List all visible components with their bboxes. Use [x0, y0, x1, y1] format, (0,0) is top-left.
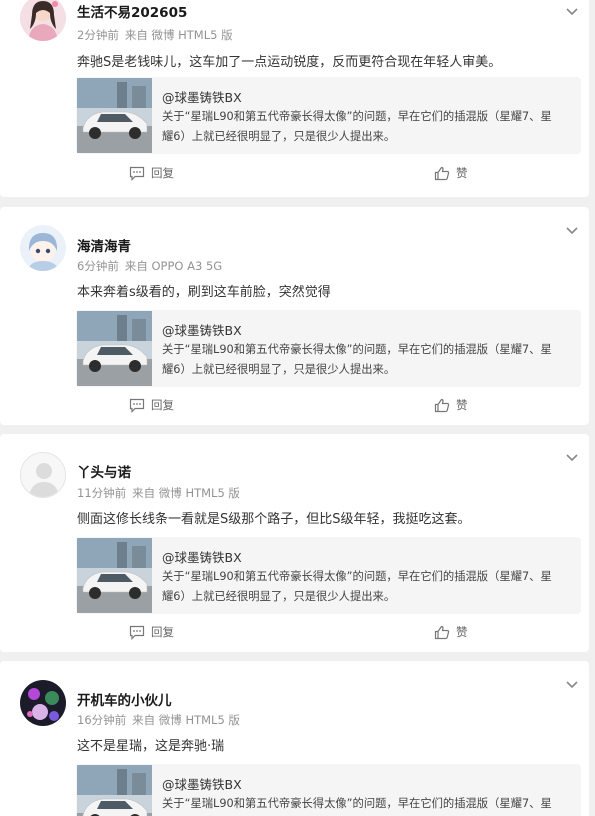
username[interactable]: 海清海青 [77, 235, 131, 255]
quoted-author[interactable]: @球墨铸铁BX [162, 320, 242, 339]
user-avatar[interactable] [20, 680, 66, 726]
timestamp: 16分钟前 [77, 713, 127, 727]
user-avatar[interactable] [20, 0, 66, 41]
car-thumbnail [77, 765, 152, 816]
reply-label: 回复 [151, 398, 174, 412]
quoted-post[interactable]: @球墨铸铁BX 关于“星瑞L90和第五代帝豪长得太像”的问题，早在它们的插混版（… [76, 77, 581, 154]
reply-label: 回复 [151, 625, 174, 639]
chevron-down-icon[interactable] [565, 6, 579, 16]
user-avatar[interactable] [20, 452, 66, 498]
like-label: 赞 [456, 166, 468, 180]
comment-card: 海清海青 6分钟前 来自 OPPO A3 5G 本来奔着s级看的，刷到这车前脸，突… [0, 207, 589, 425]
thumbs-up-icon [434, 625, 450, 639]
comment-text: 这不是星瑞，这是奔驰·瑞 [77, 739, 225, 754]
comment-meta: 16分钟前 来自 微博 HTML5 版 [77, 712, 240, 728]
quoted-post[interactable]: @球墨铸铁BX 关于“星瑞L90和第五代帝豪长得太像”的问题，早在它们的插混版（… [76, 764, 581, 816]
timestamp: 2分钟前 [77, 28, 119, 42]
reply-label: 回复 [151, 166, 174, 180]
comment-text: 本来奔着s级看的，刷到这车前脸，突然觉得 [77, 285, 331, 300]
username[interactable]: 开机车的小伙儿 [77, 689, 172, 709]
car-thumbnail [77, 311, 152, 386]
chevron-down-icon[interactable] [565, 225, 579, 235]
quoted-author[interactable]: @球墨铸铁BX [162, 547, 242, 566]
comment-meta: 2分钟前 来自 微博 HTML5 版 [77, 27, 233, 43]
thumbs-up-icon [434, 398, 450, 412]
reply-button[interactable]: 回复 [129, 165, 174, 181]
thumbs-up-icon [434, 166, 450, 180]
quoted-post[interactable]: @球墨铸铁BX 关于“星瑞L90和第五代帝豪长得太像”的问题，早在它们的插混版（… [76, 310, 581, 387]
username[interactable]: 生活不易202605 [77, 1, 187, 21]
chevron-down-icon[interactable] [565, 679, 579, 689]
comment-card: 开机车的小伙儿 16分钟前 来自 微博 HTML5 版 这不是星瑞，这是奔驰·瑞 … [0, 661, 589, 816]
quoted-text: 关于“星瑞L90和第五代帝豪长得太像”的问题，早在它们的插混版（星耀7、星耀6）… [162, 797, 552, 810]
quoted-text: 关于“星瑞L90和第五代帝豪长得太像”的问题，早在它们的插混版（星耀7、星耀6）… [162, 110, 552, 143]
username[interactable]: 丫头与诺 [77, 461, 131, 481]
comment-icon [129, 166, 145, 181]
car-thumbnail [77, 538, 152, 613]
quoted-author[interactable]: @球墨铸铁BX [162, 774, 242, 793]
chevron-down-icon[interactable] [565, 452, 579, 462]
quoted-text: 关于“星瑞L90和第五代帝豪长得太像”的问题，早在它们的插混版（星耀7、星耀6）… [162, 570, 552, 603]
comment-text: 侧面这修长线条一看就是S级那个路子，但比S级年轻，我挺吃这套。 [77, 512, 471, 527]
comment-card: 丫头与诺 11分钟前 来自 微博 HTML5 版 侧面这修长线条一看就是S级那个路… [0, 434, 589, 652]
timestamp: 11分钟前 [77, 486, 127, 500]
like-label: 赞 [456, 398, 468, 412]
comment-meta: 6分钟前 来自 OPPO A3 5G [77, 258, 222, 274]
user-avatar[interactable] [20, 225, 66, 271]
source-label: 来自 OPPO A3 5G [124, 259, 223, 273]
car-thumbnail [77, 78, 152, 153]
source-label: 来自 微博 HTML5 版 [132, 713, 240, 727]
like-button[interactable]: 赞 [434, 624, 468, 640]
quoted-post[interactable]: @球墨铸铁BX 关于“星瑞L90和第五代帝豪长得太像”的问题，早在它们的插混版（… [76, 537, 581, 614]
like-button[interactable]: 赞 [434, 397, 468, 413]
timestamp: 6分钟前 [77, 259, 119, 273]
like-label: 赞 [456, 625, 468, 639]
comment-icon [129, 398, 145, 413]
comment-meta: 11分钟前 来自 微博 HTML5 版 [77, 485, 240, 501]
comment-feed: 生活不易202605 2分钟前 来自 微博 HTML5 版 奔驰S是老钱味儿，这车… [0, 0, 595, 816]
quoted-text: 关于“星瑞L90和第五代帝豪长得太像”的问题，早在它们的插混版（星耀7、星耀6）… [162, 343, 552, 376]
source-label: 来自 微博 HTML5 版 [124, 28, 233, 42]
comment-card: 生活不易202605 2分钟前 来自 微博 HTML5 版 奔驰S是老钱味儿，这车… [0, 0, 589, 197]
comment-icon [129, 625, 145, 640]
reply-button[interactable]: 回复 [129, 397, 174, 413]
source-label: 来自 微博 HTML5 版 [132, 486, 240, 500]
like-button[interactable]: 赞 [434, 165, 468, 181]
reply-button[interactable]: 回复 [129, 624, 174, 640]
quoted-author[interactable]: @球墨铸铁BX [162, 87, 242, 106]
comment-text: 奔驰S是老钱味儿，这车加了一点运动锐度，反而更符合现在年轻人审美。 [77, 55, 502, 70]
